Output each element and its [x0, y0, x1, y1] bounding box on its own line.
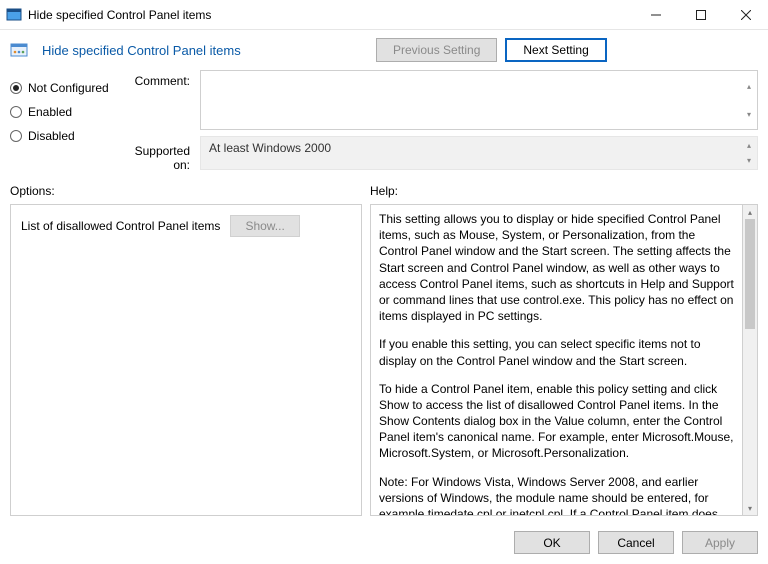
state-radio-group: Not Configured Enabled Disabled	[10, 70, 128, 172]
ok-button[interactable]: OK	[514, 531, 590, 554]
scroll-thumb[interactable]	[745, 219, 755, 329]
help-paragraph: This setting allows you to display or hi…	[379, 211, 734, 324]
help-scrollbar[interactable]: ▴ ▾	[743, 204, 758, 516]
apply-button[interactable]: Apply	[682, 531, 758, 554]
close-button[interactable]	[723, 0, 768, 30]
disallowed-list-label: List of disallowed Control Panel items	[21, 219, 220, 233]
help-label: Help:	[370, 184, 758, 198]
titlebar: Hide specified Control Panel items	[0, 0, 768, 30]
supported-on-field: At least Windows 2000 ▴ ▾	[200, 136, 758, 170]
window-title: Hide specified Control Panel items	[28, 8, 633, 22]
comment-input[interactable]: ▴ ▾	[200, 70, 758, 130]
chevron-up-icon[interactable]: ▴	[742, 138, 756, 153]
radio-dot-icon	[10, 106, 22, 118]
chevron-down-icon[interactable]: ▾	[742, 100, 756, 128]
options-pane: List of disallowed Control Panel items S…	[10, 204, 362, 516]
setting-header: Hide specified Control Panel items Previ…	[0, 30, 768, 70]
help-paragraph: To hide a Control Panel item, enable thi…	[379, 381, 734, 462]
radio-label: Enabled	[28, 105, 72, 119]
chevron-up-icon[interactable]: ▴	[742, 72, 756, 100]
setting-icon	[10, 41, 28, 59]
radio-enabled[interactable]: Enabled	[10, 100, 128, 124]
app-icon	[6, 7, 22, 23]
minimize-button[interactable]	[633, 0, 678, 30]
next-setting-button[interactable]: Next Setting	[505, 38, 606, 62]
cancel-button[interactable]: Cancel	[598, 531, 674, 554]
setting-title: Hide specified Control Panel items	[42, 43, 362, 58]
radio-label: Not Configured	[28, 81, 109, 95]
radio-label: Disabled	[28, 129, 75, 143]
radio-dot-icon	[10, 130, 22, 142]
supported-label: Supported on:	[128, 136, 200, 172]
supported-value: At least Windows 2000	[209, 141, 331, 155]
radio-disabled[interactable]: Disabled	[10, 124, 128, 148]
chevron-down-icon[interactable]: ▾	[742, 153, 756, 168]
radio-not-configured[interactable]: Not Configured	[10, 76, 128, 100]
scroll-up-icon[interactable]: ▴	[743, 205, 757, 219]
show-button[interactable]: Show...	[230, 215, 299, 237]
help-paragraph: Note: For Windows Vista, Windows Server …	[379, 474, 734, 516]
dialog-footer: OK Cancel Apply	[514, 525, 758, 560]
options-label: Options:	[10, 184, 370, 198]
help-paragraph: If you enable this setting, you can sele…	[379, 336, 734, 368]
maximize-button[interactable]	[678, 0, 723, 30]
scroll-down-icon[interactable]: ▾	[743, 501, 757, 515]
radio-dot-icon	[10, 82, 22, 94]
help-pane: This setting allows you to display or hi…	[370, 204, 743, 516]
previous-setting-button[interactable]: Previous Setting	[376, 38, 497, 62]
window-controls	[633, 0, 768, 30]
comment-label: Comment:	[128, 70, 200, 130]
